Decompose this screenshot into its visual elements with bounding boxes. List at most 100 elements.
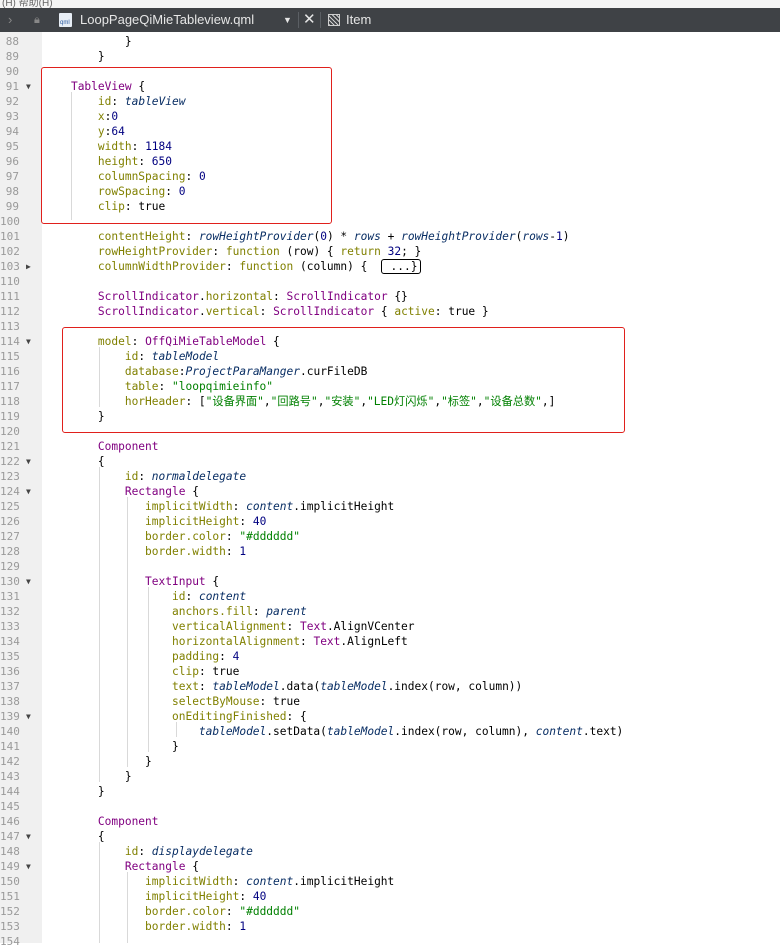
code-text[interactable]: ScrollIndicator.vertical: ScrollIndicato… <box>44 304 489 319</box>
code-text[interactable]: Component <box>44 814 159 829</box>
code-text[interactable]: { <box>44 454 105 469</box>
code-line[interactable]: 89 } <box>0 49 780 64</box>
code-line[interactable]: 148 id: displaydelegate <box>0 844 780 859</box>
code-line[interactable]: 112 ScrollIndicator.vertical: ScrollIndi… <box>0 304 780 319</box>
code-line[interactable]: 150 implicitWidth: content.implicitHeigh… <box>0 874 780 889</box>
code-line[interactable]: 127 border.color: "#dddddd" <box>0 529 780 544</box>
code-text[interactable]: padding: 4 <box>44 649 239 664</box>
code-line[interactable]: 88 } <box>0 34 780 49</box>
code-line[interactable]: 136 clip: true <box>0 664 780 679</box>
code-line[interactable]: 138 selectByMouse: true <box>0 694 780 709</box>
code-line[interactable]: 124 ▼ Rectangle { <box>0 484 780 499</box>
fold-collapse-icon[interactable]: ▼ <box>26 334 31 349</box>
code-line[interactable]: 110 <box>0 274 780 289</box>
code-text[interactable]: } <box>44 49 105 64</box>
fold-collapse-icon[interactable]: ▼ <box>26 454 31 469</box>
code-line[interactable]: 134 horizontalAlignment: Text.AlignLeft <box>0 634 780 649</box>
fold-collapse-icon[interactable]: ▼ <box>26 484 31 499</box>
navigate-forward-icon[interactable]: › <box>8 8 12 32</box>
code-line[interactable]: 154 <box>0 934 780 949</box>
code-text[interactable]: border.width: 1 <box>44 919 246 934</box>
code-text[interactable]: rowHeightProvider: function (row) { retu… <box>44 244 421 259</box>
code-text[interactable]: ScrollIndicator.horizontal: ScrollIndica… <box>44 289 408 304</box>
code-text[interactable]: tableModel.setData(tableModel.index(row,… <box>44 724 623 739</box>
code-line[interactable]: 130 ▼ TextInput { <box>0 574 780 589</box>
code-text[interactable]: } <box>44 34 132 49</box>
code-line[interactable]: 135 padding: 4 <box>0 649 780 664</box>
code-line[interactable]: 137 text: tableModel.data(tableModel.ind… <box>0 679 780 694</box>
code-line[interactable]: 132 anchors.fill: parent <box>0 604 780 619</box>
close-document-icon[interactable]: ✕ <box>303 8 316 32</box>
code-text[interactable]: anchors.fill: parent <box>44 604 307 619</box>
code-line[interactable]: 147 ▼ { <box>0 829 780 844</box>
code-line[interactable]: 139 ▼ onEditingFinished: { <box>0 709 780 724</box>
code-line[interactable]: 131 id: content <box>0 589 780 604</box>
code-text[interactable]: } <box>44 754 152 769</box>
toolbar-divider <box>298 12 299 28</box>
code-line[interactable]: 152 border.color: "#dddddd" <box>0 904 780 919</box>
code-line[interactable]: 133 verticalAlignment: Text.AlignVCenter <box>0 619 780 634</box>
code-line[interactable]: 146 Component <box>0 814 780 829</box>
line-number: 124 <box>0 485 20 498</box>
file-dropdown-icon[interactable]: ▼ <box>283 8 292 32</box>
code-text[interactable]: border.color: "#dddddd" <box>44 904 300 919</box>
code-line[interactable]: 140 tableModel.setData(tableModel.index(… <box>0 724 780 739</box>
code-line[interactable]: 129 <box>0 559 780 574</box>
code-text[interactable]: border.color: "#dddddd" <box>44 529 300 544</box>
code-line[interactable]: 111 ScrollIndicator.horizontal: ScrollIn… <box>0 289 780 304</box>
open-file-name[interactable]: LoopPageQiMieTableview.qml <box>80 8 254 32</box>
code-text[interactable]: implicitWidth: content.implicitHeight <box>44 874 394 889</box>
code-text[interactable]: text: tableModel.data(tableModel.index(r… <box>44 679 522 694</box>
line-number: 131 <box>0 590 20 603</box>
fold-collapse-icon[interactable]: ▼ <box>26 829 31 844</box>
code-text[interactable]: TextInput { <box>44 574 219 589</box>
code-text[interactable]: clip: true <box>44 664 239 679</box>
code-text[interactable]: Rectangle { <box>44 859 199 874</box>
code-line[interactable]: 102 rowHeightProvider: function (row) { … <box>0 244 780 259</box>
code-line[interactable]: 125 implicitWidth: content.implicitHeigh… <box>0 499 780 514</box>
code-line[interactable]: 126 implicitHeight: 40 <box>0 514 780 529</box>
fold-collapse-icon[interactable]: ▼ <box>26 859 31 874</box>
lock-icon[interactable]: 🔒︎ <box>34 8 40 32</box>
code-line[interactable]: 128 border.width: 1 <box>0 544 780 559</box>
code-text[interactable]: id: normaldelegate <box>44 469 246 484</box>
fold-collapse-icon[interactable]: ▼ <box>26 709 31 724</box>
code-text[interactable]: } <box>44 769 132 784</box>
line-number: 91 <box>5 80 19 93</box>
line-number: 90 <box>5 65 19 78</box>
code-text[interactable]: Component <box>44 439 159 454</box>
code-text[interactable]: id: content <box>44 589 246 604</box>
code-text[interactable]: } <box>44 739 179 754</box>
code-text[interactable]: implicitWidth: content.implicitHeight <box>44 499 394 514</box>
code-text[interactable]: implicitHeight: 40 <box>44 514 266 529</box>
code-text[interactable]: columnWidthProvider: function (column) {… <box>44 259 421 274</box>
code-text[interactable]: } <box>44 784 105 799</box>
code-line[interactable]: 123 id: normaldelegate <box>0 469 780 484</box>
line-number: 127 <box>0 530 20 543</box>
code-line[interactable]: 143 } <box>0 769 780 784</box>
code-text[interactable]: id: displaydelegate <box>44 844 253 859</box>
line-number: 93 <box>5 110 19 123</box>
code-line[interactable]: 144 } <box>0 784 780 799</box>
code-line[interactable]: 122 ▼ { <box>0 454 780 469</box>
fold-expand-icon[interactable]: ▶ <box>26 259 31 274</box>
line-number: 150 <box>0 875 20 888</box>
code-line[interactable]: 145 <box>0 799 780 814</box>
fold-collapse-icon[interactable]: ▼ <box>26 79 31 94</box>
code-text[interactable]: { <box>44 829 105 844</box>
code-line[interactable]: 151 implicitHeight: 40 <box>0 889 780 904</box>
code-line[interactable]: 153 border.width: 1 <box>0 919 780 934</box>
code-text[interactable]: contentHeight: rowHeightProvider(0) * ro… <box>44 229 570 244</box>
code-text[interactable]: Rectangle { <box>44 484 199 499</box>
code-line[interactable]: 101 contentHeight: rowHeightProvider(0) … <box>0 229 780 244</box>
code-line[interactable]: 103 ▶ columnWidthProvider: function (colu… <box>0 259 780 274</box>
fold-collapse-icon[interactable]: ▼ <box>26 574 31 589</box>
code-line[interactable]: 141 } <box>0 739 780 754</box>
code-line[interactable]: 121 Component <box>0 439 780 454</box>
current-symbol[interactable]: Item <box>346 8 371 32</box>
code-text[interactable]: border.width: 1 <box>44 544 246 559</box>
code-text[interactable]: selectByMouse: true <box>44 694 300 709</box>
code-line[interactable]: 142 } <box>0 754 780 769</box>
code-text[interactable]: implicitHeight: 40 <box>44 889 266 904</box>
code-line[interactable]: 149 ▼ Rectangle { <box>0 859 780 874</box>
